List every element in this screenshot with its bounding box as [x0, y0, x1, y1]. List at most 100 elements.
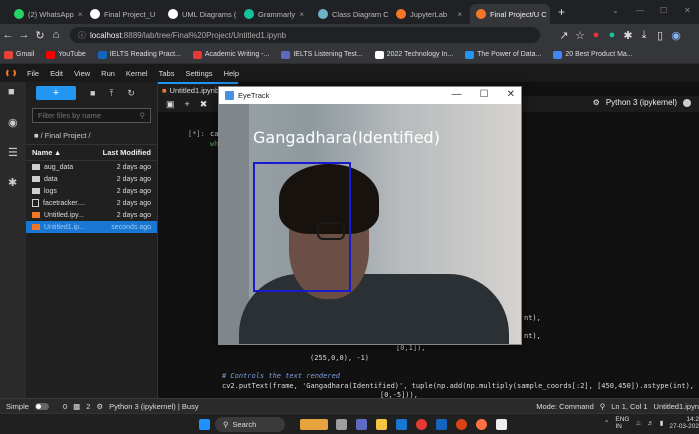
- column-name[interactable]: Name: [32, 148, 52, 157]
- bookmark-star-icon[interactable]: ☆: [572, 29, 588, 42]
- upload-icon[interactable]: ⤒: [109, 88, 113, 99]
- file-row[interactable]: Untitled1.ip... seconds ago: [26, 221, 157, 233]
- close-icon[interactable]: ✕: [684, 6, 691, 15]
- eyetrack-window[interactable]: EyeTrack — ☐ ✕ Gangadhara(Identified): [218, 86, 522, 345]
- taskbar-search[interactable]: ⚲ Search: [215, 417, 285, 432]
- download-icon[interactable]: ⤓: [636, 29, 652, 42]
- breadcrumb[interactable]: ■ / Final Project /: [26, 127, 157, 144]
- jupyter-app-icon[interactable]: [476, 419, 487, 430]
- new-folder-icon[interactable]: ■: [90, 88, 95, 98]
- running-icon[interactable]: ◉: [8, 116, 18, 129]
- app-icon[interactable]: [456, 419, 467, 430]
- sidepanel-icon[interactable]: ▯: [652, 29, 668, 42]
- tab-close-icon[interactable]: ×: [299, 10, 304, 19]
- kernel-indicator[interactable]: ⚙ Python 3 (ipykernel): [593, 98, 691, 107]
- notepad-icon[interactable]: [496, 419, 507, 430]
- bookmark-item[interactable]: Gmail: [4, 50, 34, 59]
- new-launcher-button[interactable]: +: [36, 86, 76, 100]
- profile-avatar-icon[interactable]: ◉: [668, 29, 684, 42]
- reload-icon[interactable]: ↻: [32, 29, 48, 42]
- word-icon[interactable]: [436, 419, 447, 430]
- menu-item[interactable]: Help: [224, 69, 239, 78]
- bookmark-item[interactable]: IELTS Reading Pract...: [97, 50, 181, 59]
- filter-files-input[interactable]: Filter files by name ⚲: [32, 108, 151, 123]
- activity-bar: ■ ◉ ☰ ✱: [0, 82, 26, 398]
- menu-item[interactable]: Edit: [50, 69, 63, 78]
- file-explorer-icon[interactable]: [376, 419, 387, 430]
- menu-item[interactable]: File: [27, 69, 39, 78]
- bookmark-item[interactable]: 20 Best Product Ma...: [553, 50, 633, 59]
- kernel-status-text[interactable]: Python 3 (ipykernel) | Busy: [109, 402, 199, 411]
- notebook-tab-label: Untitled1.ipynb: [169, 85, 220, 95]
- file-row[interactable]: Untitled.ipy... 2 days ago: [26, 209, 157, 221]
- jupyter-logo-icon: [6, 68, 16, 78]
- bookmark-icon: [465, 50, 475, 59]
- grammarly-extension-icon[interactable]: ●: [604, 29, 620, 41]
- file-row[interactable]: facetracker.... 2 days ago: [26, 197, 157, 209]
- home-icon[interactable]: ⌂: [48, 29, 64, 41]
- browser-tab[interactable]: UML Diagrams (×: [162, 4, 236, 24]
- bookmark-item[interactable]: Academic Writing -...: [192, 50, 269, 59]
- simple-mode-toggle[interactable]: [34, 402, 49, 410]
- menu-item[interactable]: Run: [101, 69, 115, 78]
- forward-icon[interactable]: →: [16, 29, 32, 41]
- tab-close-icon[interactable]: ×: [159, 10, 160, 19]
- extensions-puzzle-icon[interactable]: ✱: [620, 29, 636, 42]
- browser-tab[interactable]: Grammarly ×: [238, 4, 310, 24]
- bookmark-item[interactable]: YouTube: [46, 50, 86, 59]
- face-bounding-box: [253, 162, 351, 292]
- battery-icon[interactable]: ▮: [660, 419, 664, 427]
- commands-icon[interactable]: ☰: [8, 146, 18, 159]
- minimize-icon[interactable]: —: [636, 6, 644, 15]
- tab-close-icon[interactable]: ×: [78, 10, 82, 19]
- menu-item[interactable]: Tabs: [159, 69, 175, 78]
- command-mode-text: Mode: Command: [536, 401, 594, 411]
- wifi-icon[interactable]: ♨: [635, 419, 641, 427]
- language-indicator[interactable]: ENG IN: [615, 416, 629, 430]
- share-icon[interactable]: ↗: [556, 29, 572, 42]
- widgets-icon[interactable]: [300, 419, 328, 430]
- chrome-icon[interactable]: [416, 419, 427, 430]
- browser-tab[interactable]: Final Project/U C×: [470, 4, 550, 24]
- clock[interactable]: 14:2 27-03-202: [669, 416, 699, 430]
- menu-item[interactable]: Settings: [185, 69, 212, 78]
- browser-tab[interactable]: Class Diagram C×: [312, 4, 388, 24]
- file-row[interactable]: logs 2 days ago: [26, 185, 157, 197]
- menu-item[interactable]: View: [74, 69, 90, 78]
- menu-item[interactable]: Kernel: [126, 69, 148, 78]
- tab-favicon-icon: [244, 9, 254, 19]
- bookmark-item[interactable]: 2022 Technology In...: [374, 50, 453, 59]
- refresh-icon[interactable]: ↻: [127, 88, 135, 99]
- maximize-icon[interactable]: ☐: [660, 6, 667, 15]
- extension-icon[interactable]: ●: [588, 29, 604, 41]
- folder-icon[interactable]: ■: [8, 86, 15, 98]
- store-icon[interactable]: [396, 419, 407, 430]
- file-row[interactable]: aug_data 2 days ago: [26, 161, 157, 173]
- add-cell-icon[interactable]: +: [185, 99, 190, 109]
- chevron-down-icon[interactable]: ⌄: [612, 6, 619, 15]
- back-icon[interactable]: ←: [0, 29, 16, 41]
- close-button[interactable]: ✕: [507, 89, 515, 100]
- browser-tab[interactable]: JupyterLab ×: [390, 4, 468, 24]
- notification-icon[interactable]: ⚲: [600, 402, 606, 411]
- browser-tab[interactable]: Final Project_U×: [84, 4, 160, 24]
- bookmark-item[interactable]: IELTS Listening Test...: [281, 50, 363, 59]
- teams-icon[interactable]: [356, 419, 367, 430]
- column-last-modified[interactable]: Last Modified: [103, 148, 151, 157]
- cursor-position[interactable]: Ln 1, Col 1: [611, 402, 647, 411]
- maximize-button[interactable]: ☐: [480, 89, 489, 100]
- url-field[interactable]: ⓘ localhost:8889/lab/tree/Final%20Projec…: [70, 27, 540, 43]
- browser-tab[interactable]: (2) WhatsApp ×: [8, 4, 82, 24]
- tab-close-icon[interactable]: ×: [457, 10, 462, 19]
- save-icon[interactable]: ▣: [166, 99, 175, 110]
- new-tab-button[interactable]: +: [558, 5, 565, 19]
- extensions-icon[interactable]: ✱: [8, 176, 17, 189]
- bookmark-item[interactable]: The Power of Data...: [465, 50, 541, 59]
- windows-start-icon[interactable]: [199, 419, 210, 430]
- minimize-button[interactable]: —: [452, 89, 462, 100]
- volume-icon[interactable]: ♬: [647, 420, 654, 427]
- task-view-icon[interactable]: [336, 419, 347, 430]
- cut-icon[interactable]: ✖: [200, 99, 208, 110]
- chevron-up-icon[interactable]: ⌃: [604, 419, 609, 427]
- file-row[interactable]: data 2 days ago: [26, 173, 157, 185]
